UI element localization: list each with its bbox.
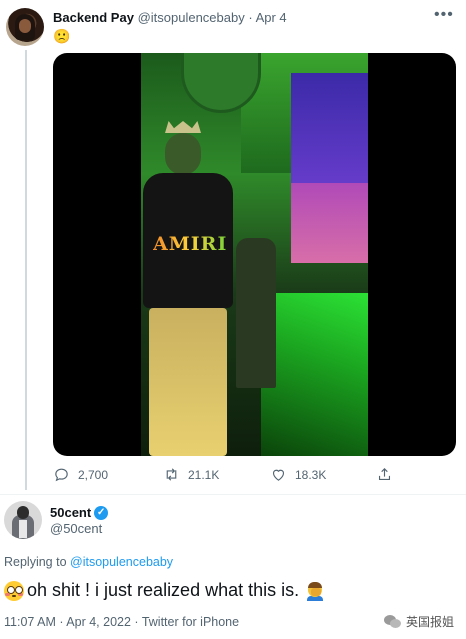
author-name-row: 50cent ✓ — [50, 505, 109, 520]
facepalm-emoji-icon — [305, 581, 325, 601]
watermark-text: 英国报姐 — [406, 615, 455, 629]
tweet-text: 🙁 — [53, 28, 71, 44]
author-name[interactable]: 50cent — [50, 505, 91, 520]
verified-badge-icon: ✓ — [94, 505, 109, 520]
heart-icon — [272, 469, 285, 481]
reply-icon — [55, 468, 68, 482]
reply-count: 2,700 — [78, 467, 109, 482]
reply-button[interactable]: 2,700 — [53, 466, 108, 483]
tweet-text: oh shit ! i just realized what this is. — [4, 580, 325, 601]
avatar-50cent[interactable] — [4, 501, 42, 539]
tweet-date[interactable]: Apr 4 — [256, 10, 287, 25]
more-options-icon[interactable]: ••• — [434, 6, 454, 24]
author-handle[interactable]: @itsopulencebaby — [138, 10, 245, 25]
replying-to-mention[interactable]: @itsopulencebaby — [70, 555, 173, 569]
video-subject: AMIRI — [143, 121, 233, 456]
video-frame: AMIRI — [141, 53, 368, 456]
replying-to-label: Replying to — [4, 555, 71, 569]
tweet-action-bar: 2,700 21.1K 18.3K — [53, 466, 403, 484]
avatar-backend-pay[interactable] — [6, 8, 44, 46]
wechat-icon — [384, 614, 402, 629]
meta-separator: · — [244, 10, 256, 25]
tweet-header: Backend Pay @itsopulencebaby · Apr 4 — [53, 10, 287, 25]
flushed-face-emoji-icon — [4, 580, 24, 601]
tweet-video[interactable]: AMIRI — [53, 53, 456, 456]
like-count: 18.3K — [295, 467, 327, 482]
thread-connector-line — [25, 50, 27, 490]
author-handle[interactable]: @50cent — [50, 521, 102, 536]
retweet-count: 21.1K — [188, 467, 220, 482]
replying-to: Replying to @itsopulencebaby — [4, 555, 173, 569]
retweet-button[interactable]: 21.1K — [163, 466, 219, 483]
author-name[interactable]: Backend Pay — [53, 10, 134, 25]
tweet-body: oh shit ! i just realized what this is. — [27, 580, 300, 600]
share-icon — [378, 468, 391, 481]
hoodie-print: AMIRI — [153, 233, 228, 255]
share-button[interactable] — [376, 466, 393, 483]
retweet-icon — [166, 468, 177, 481]
like-button[interactable]: 18.3K — [270, 466, 326, 483]
tweet-timestamp[interactable]: 11:07 AM · Apr 4, 2022 · Twitter for iPh… — [4, 615, 239, 629]
watermark: 英国报姐 — [384, 613, 454, 630]
tweet-divider — [0, 494, 466, 495]
